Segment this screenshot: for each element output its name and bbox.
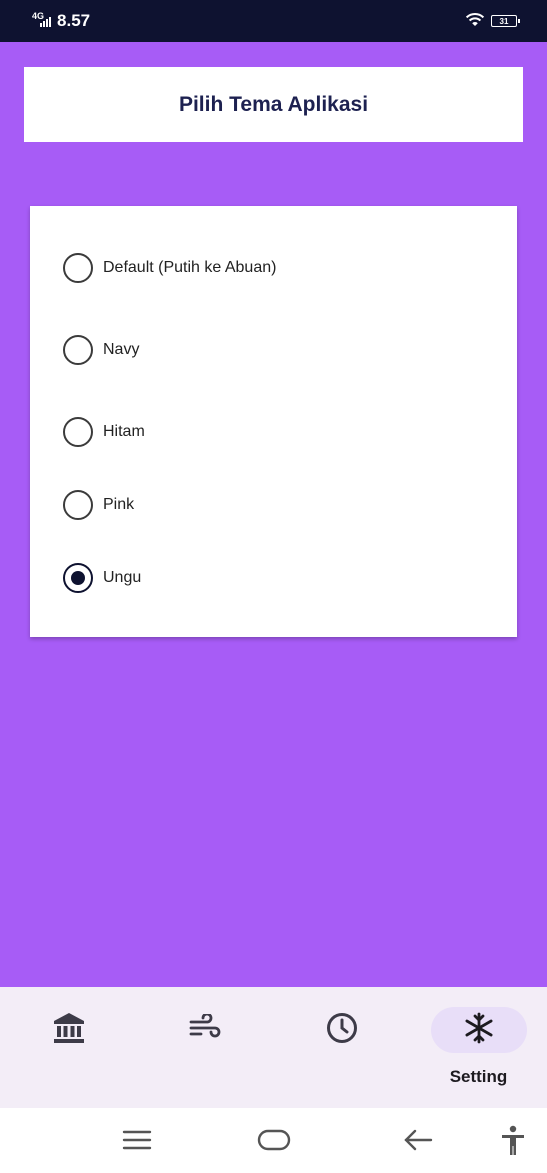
radio-button[interactable] [63,490,93,520]
nav-icon-wrap [158,1007,254,1053]
option-label: Ungu [103,569,142,586]
status-left: 4G 8.57 [32,11,90,31]
option-label: Default (Putih ke Abuan) [103,259,277,276]
theme-option-default[interactable]: Default (Putih ke Abuan) [63,251,276,285]
nav-icon-wrap-active [430,1007,527,1053]
page-title: Pilih Tema Aplikasi [178,92,369,116]
screen: 4G 8.57 31 Pilih Tema Aplikasi Default (… [0,0,547,1173]
option-label: Navy [103,341,140,358]
title-card: Pilih Tema Aplikasi [24,67,523,142]
bank-icon [52,1012,86,1049]
snowflake-icon [463,1012,495,1049]
radio-button[interactable] [63,417,93,447]
nav-label-setting: Setting [449,1067,508,1086]
accessibility-icon[interactable] [500,1125,526,1157]
menu-icon[interactable] [122,1129,152,1151]
nav-item-setting[interactable]: Setting [410,987,547,1108]
clock-icon [326,1012,358,1049]
option-label: Hitam [103,423,145,440]
theme-options-card: Default (Putih ke Abuan) Navy Hitam Pink… [30,206,517,637]
option-label: Pink [103,496,135,513]
wind-icon [189,1012,223,1047]
network-type: 4G [32,11,45,21]
home-icon[interactable] [257,1129,291,1151]
back-icon[interactable] [403,1129,433,1151]
theme-option-hitam[interactable]: Hitam [63,415,145,449]
wifi-icon [465,11,485,32]
status-bar: 4G 8.57 31 [0,0,547,42]
nav-icon-wrap [294,1007,390,1053]
status-right: 31 [465,11,520,32]
radio-dot [71,571,85,585]
theme-option-ungu[interactable]: Ungu [63,561,141,595]
theme-option-pink[interactable]: Pink [63,488,134,522]
nav-icon-wrap [21,1007,117,1053]
theme-option-navy[interactable]: Navy [63,333,139,367]
nav-item-history[interactable] [273,987,410,1108]
radio-button[interactable] [63,253,93,283]
system-nav-bar [0,1108,547,1173]
radio-button-selected[interactable] [63,563,93,593]
status-time: 8.57 [57,11,91,30]
nav-item-bank[interactable] [0,987,137,1108]
battery-icon: 31 [491,15,520,27]
radio-button[interactable] [63,335,93,365]
bottom-nav: Setting [0,987,547,1108]
nav-item-wind[interactable] [137,987,274,1108]
